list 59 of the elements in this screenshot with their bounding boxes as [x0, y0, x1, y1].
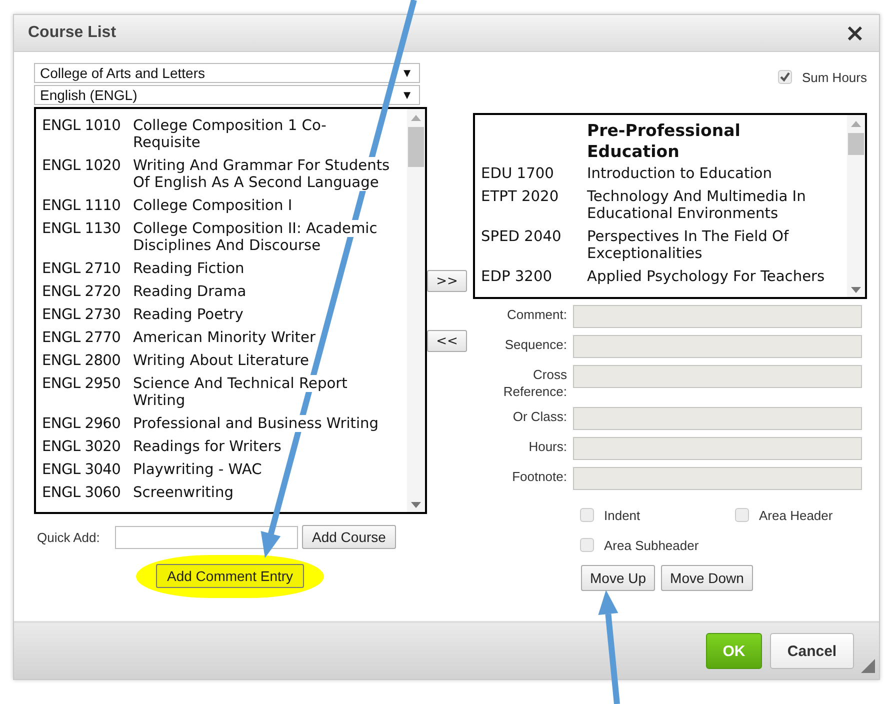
course-item[interactable]: ENGL 3060 Screenwriting — [42, 481, 407, 504]
input-field[interactable] — [573, 407, 862, 430]
course-item[interactable]: ENGL 2950 Science And Technical Report Writing — [42, 372, 407, 412]
course-item[interactable]: ENGL 2730 Reading Poetry — [42, 303, 407, 326]
course-item[interactable]: ENGL 3040 Playwriting - WAC — [42, 458, 407, 481]
course-item[interactable]: ENGL 1010 College Composition 1 Co-Requisite — [42, 114, 407, 154]
scroll-up-icon[interactable] — [411, 115, 421, 121]
sum-hours-label: Sum Hours — [802, 70, 867, 84]
add-comment-entry-button[interactable]: Add Comment Entry — [156, 564, 304, 588]
checkbox[interactable] — [735, 508, 749, 522]
field-label: Cross Reference: — [502, 366, 567, 400]
option-label: Area Subheader — [604, 538, 699, 552]
field-label: Sequence: — [504, 336, 567, 353]
scroll-up-icon[interactable] — [851, 121, 861, 127]
transfer-button[interactable]: >> — [427, 270, 467, 292]
quick-add-field[interactable] — [115, 526, 298, 548]
field-label: Hours: — [528, 438, 567, 455]
move-button[interactable]: Move Up — [581, 565, 656, 591]
quick-add-label: Quick Add: — [36, 530, 101, 544]
checkbox[interactable] — [580, 508, 594, 522]
course-item[interactable]: ENGL 1110 College Composition I — [42, 194, 407, 217]
course-item[interactable]: ENGL 2960 Professional and Business Writing — [42, 412, 407, 435]
scrollbar-thumb[interactable] — [848, 133, 864, 155]
input-field[interactable] — [573, 335, 862, 358]
area-heading: Pre-Professional Education — [587, 120, 742, 162]
course-item[interactable]: ENGL 3020 Readings for Writers — [42, 435, 407, 458]
scrollbar[interactable] — [847, 115, 865, 297]
add-course-button[interactable]: Add Course — [302, 525, 396, 549]
subject-dropdown[interactable]: English (ENGL) ▼ — [34, 85, 420, 105]
option-label: Indent — [604, 508, 640, 522]
checkbox[interactable] — [778, 70, 792, 84]
input-field[interactable] — [573, 305, 862, 328]
option-label: Area Header — [759, 508, 833, 522]
course-item[interactable]: ENGL 2800 Writing About Literature — [42, 349, 407, 372]
input-field[interactable] — [573, 467, 862, 490]
scroll-down-icon[interactable] — [411, 502, 421, 508]
course-item[interactable]: ENGL 2710 Reading Fiction — [42, 257, 407, 280]
course-item[interactable]: ENGL 2720 Reading Drama — [42, 280, 407, 303]
course-item[interactable]: ENGL 2770 American Minority Writer — [42, 326, 407, 349]
course-item[interactable]: EDU 1700 Introduction to Education — [481, 162, 847, 185]
resize-grip-icon[interactable] — [861, 659, 875, 673]
input-field[interactable] — [573, 437, 862, 460]
course-item[interactable]: EDP 3200 Applied Psychology For Teachers — [481, 265, 847, 288]
course-item[interactable]: ETPT 2020 Technology And Multimedia In Educational Environments — [481, 185, 847, 225]
scroll-down-icon[interactable] — [851, 287, 861, 293]
cancel-button[interactable]: Cancel — [770, 633, 854, 669]
transfer-button[interactable]: << — [427, 330, 467, 352]
input-field[interactable] — [573, 365, 862, 388]
scrollbar-thumb[interactable] — [408, 127, 424, 167]
checkbox[interactable] — [580, 538, 594, 552]
field-label: Footnote: — [511, 468, 567, 485]
course-item[interactable]: SPED 2040 Perspectives In The Field Of Exceptionalities — [481, 225, 847, 265]
college-dropdown[interactable]: College of Arts and Letters ▼ — [34, 63, 420, 83]
scrollbar[interactable] — [407, 109, 425, 512]
field-label: Comment: — [506, 306, 567, 323]
field-label: Or Class: — [512, 408, 567, 425]
close-button[interactable]: × — [840, 21, 869, 45]
window-title: Course List — [28, 24, 116, 42]
move-button[interactable]: Move Down — [661, 565, 753, 591]
